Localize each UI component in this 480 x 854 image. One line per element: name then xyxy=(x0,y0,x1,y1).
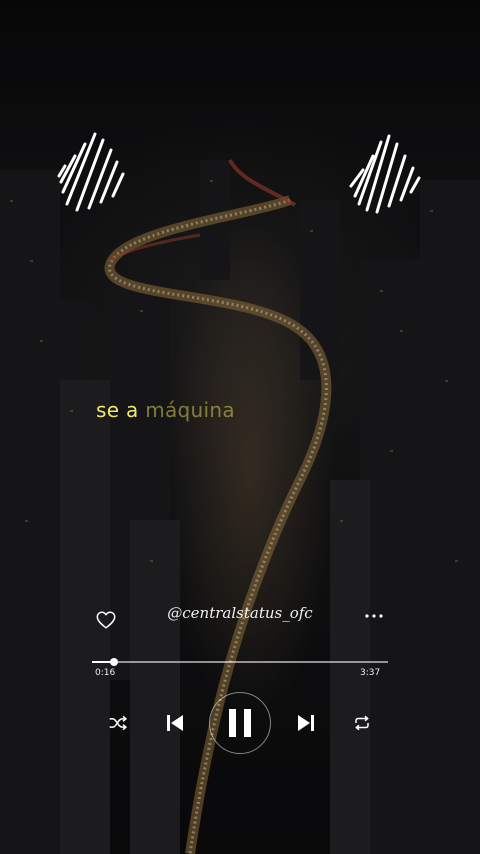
pause-button[interactable] xyxy=(209,692,271,754)
sound-wave-icon xyxy=(349,134,421,214)
progress-bar[interactable] xyxy=(92,658,388,666)
skip-previous-icon xyxy=(167,715,183,731)
shuffle-button[interactable] xyxy=(108,714,128,732)
repeat-icon xyxy=(355,715,369,731)
more-icon[interactable] xyxy=(362,610,386,622)
shuffle-icon xyxy=(109,715,128,731)
elapsed-time: 0:16 xyxy=(95,668,116,678)
heart-icon[interactable] xyxy=(95,609,117,631)
progress-knob[interactable] xyxy=(109,658,118,666)
lyric-sung-text: se a xyxy=(96,398,139,422)
creator-handle: @centralstatus_ofc xyxy=(167,604,313,622)
next-button[interactable] xyxy=(295,712,317,734)
lyric-upcoming-text: máquina xyxy=(145,398,235,422)
sound-wave-icon xyxy=(57,132,125,212)
skip-next-icon xyxy=(298,715,314,731)
total-time: 3:37 xyxy=(360,668,381,678)
previous-button[interactable] xyxy=(164,712,186,734)
lyric-line: se a máquina xyxy=(96,398,235,422)
repeat-button[interactable] xyxy=(352,713,372,733)
video-frame: se a máquina @centralstatus_ofc 0:16 3:3… xyxy=(0,0,480,854)
pause-icon xyxy=(229,709,251,737)
